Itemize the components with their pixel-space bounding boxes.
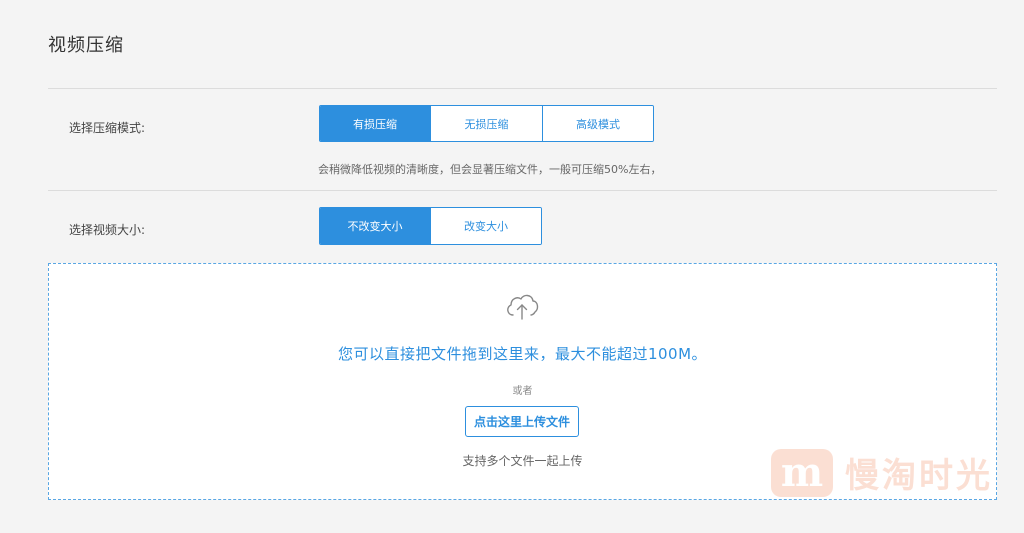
video-size-label: 选择视频大小:	[69, 223, 146, 237]
cloud-upload-icon	[507, 294, 539, 320]
compression-mode-selector: 有损压缩 无损压缩 高级模式	[319, 105, 654, 142]
keep-size-button[interactable]: 不改变大小	[320, 208, 431, 244]
dropzone-or-text: 或者	[512, 386, 533, 397]
upload-file-button[interactable]: 点击这里上传文件	[465, 406, 579, 437]
change-size-button[interactable]: 改变大小	[431, 208, 541, 244]
page-title: 视频压缩	[48, 35, 124, 56]
advanced-mode-button[interactable]: 高级模式	[543, 106, 653, 141]
lossy-compression-button[interactable]: 有损压缩	[320, 106, 431, 141]
middle-divider	[48, 190, 997, 191]
watermark-logo-icon: m	[771, 448, 833, 497]
top-divider	[48, 88, 997, 89]
lossless-compression-button[interactable]: 无损压缩	[431, 106, 543, 141]
watermark-text: 慢淘时光	[845, 456, 993, 496]
dropzone-main-text: 您可以直接把文件拖到这里来，最大不能超过100M。	[337, 345, 708, 363]
watermark: m 慢淘时光	[771, 448, 993, 497]
video-size-selector: 不改变大小 改变大小	[319, 207, 542, 245]
compression-mode-label: 选择压缩模式:	[69, 121, 146, 135]
compression-hint: 会稍微降低视频的清晰度，但会显著压缩文件，一般可压缩50%左右，	[318, 163, 662, 176]
